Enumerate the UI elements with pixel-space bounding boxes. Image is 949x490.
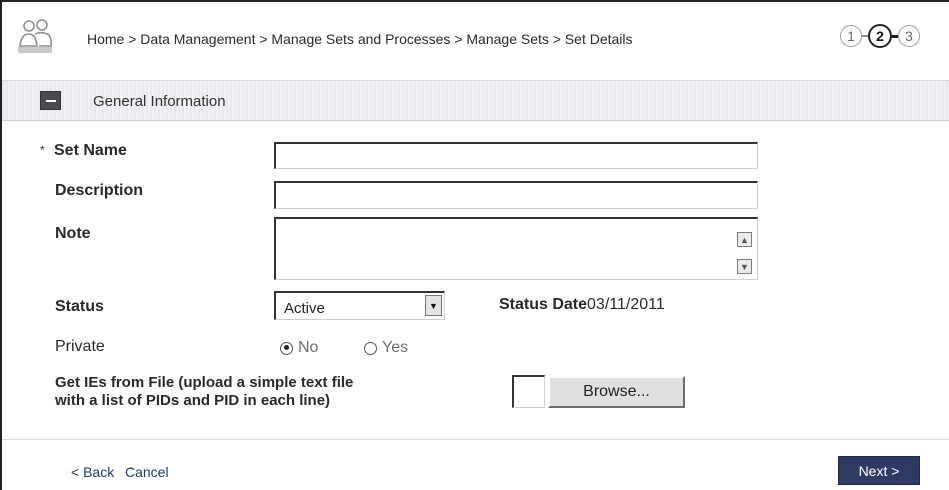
users-icon bbox=[18, 19, 53, 53]
status-value: Active bbox=[284, 300, 325, 317]
note-label: Note bbox=[55, 225, 91, 242]
file-path-input[interactable] bbox=[512, 375, 545, 408]
status-date-value: 03/11/2011 bbox=[587, 296, 665, 313]
general-information-bar: General Information bbox=[2, 80, 949, 121]
status-select[interactable]: Active ▼ bbox=[274, 291, 445, 320]
private-yes-option[interactable]: Yes bbox=[364, 339, 408, 357]
next-button[interactable]: Next > bbox=[838, 456, 920, 485]
private-no-option[interactable]: No bbox=[280, 339, 318, 357]
scroll-down-icon[interactable]: ▼ bbox=[737, 259, 752, 274]
set-name-label: Set Name bbox=[54, 142, 127, 159]
cancel-link[interactable]: Cancel bbox=[125, 464, 169, 480]
breadcrumb[interactable]: Home > Data Management > Manage Sets and… bbox=[87, 31, 633, 47]
collapse-icon[interactable] bbox=[40, 91, 61, 110]
header: Home > Data Management > Manage Sets and… bbox=[2, 2, 949, 72]
file-label-line1: Get IEs from File (upload a simple text … bbox=[55, 374, 354, 391]
step-2-current: 2 bbox=[868, 24, 892, 48]
set-name-input[interactable] bbox=[274, 142, 758, 169]
status-date-label: Status Date bbox=[499, 296, 588, 313]
back-link[interactable]: < Back bbox=[71, 464, 114, 480]
chevron-down-icon[interactable]: ▼ bbox=[425, 295, 442, 316]
radio-yes-label: Yes bbox=[382, 339, 409, 356]
private-label: Private bbox=[55, 338, 105, 355]
radio-no[interactable] bbox=[280, 341, 293, 355]
step-3: 3 bbox=[898, 25, 920, 47]
status-label: Status bbox=[55, 298, 104, 315]
browse-button[interactable]: Browse... bbox=[548, 376, 685, 408]
radio-no-label: No bbox=[298, 339, 319, 356]
file-upload-label: Get IEs from File (upload a simple text … bbox=[55, 374, 353, 410]
status-date: Status Date03/11/2011 bbox=[499, 296, 665, 314]
required-marker: * bbox=[40, 143, 45, 157]
step-indicator: 1 2 3 bbox=[840, 22, 920, 50]
description-input[interactable] bbox=[274, 181, 758, 209]
description-label: Description bbox=[55, 182, 144, 199]
note-textarea[interactable]: ▲ ▼ bbox=[274, 217, 758, 280]
divider bbox=[2, 439, 949, 440]
set-details-page: Home > Data Management > Manage Sets and… bbox=[0, 0, 949, 490]
scroll-up-icon[interactable]: ▲ bbox=[737, 232, 752, 247]
file-label-line2: with a list of PIDs and PID in each line… bbox=[55, 392, 331, 409]
radio-yes[interactable] bbox=[364, 341, 377, 355]
section-title: General Information bbox=[93, 93, 226, 110]
step-1: 1 bbox=[840, 25, 862, 47]
